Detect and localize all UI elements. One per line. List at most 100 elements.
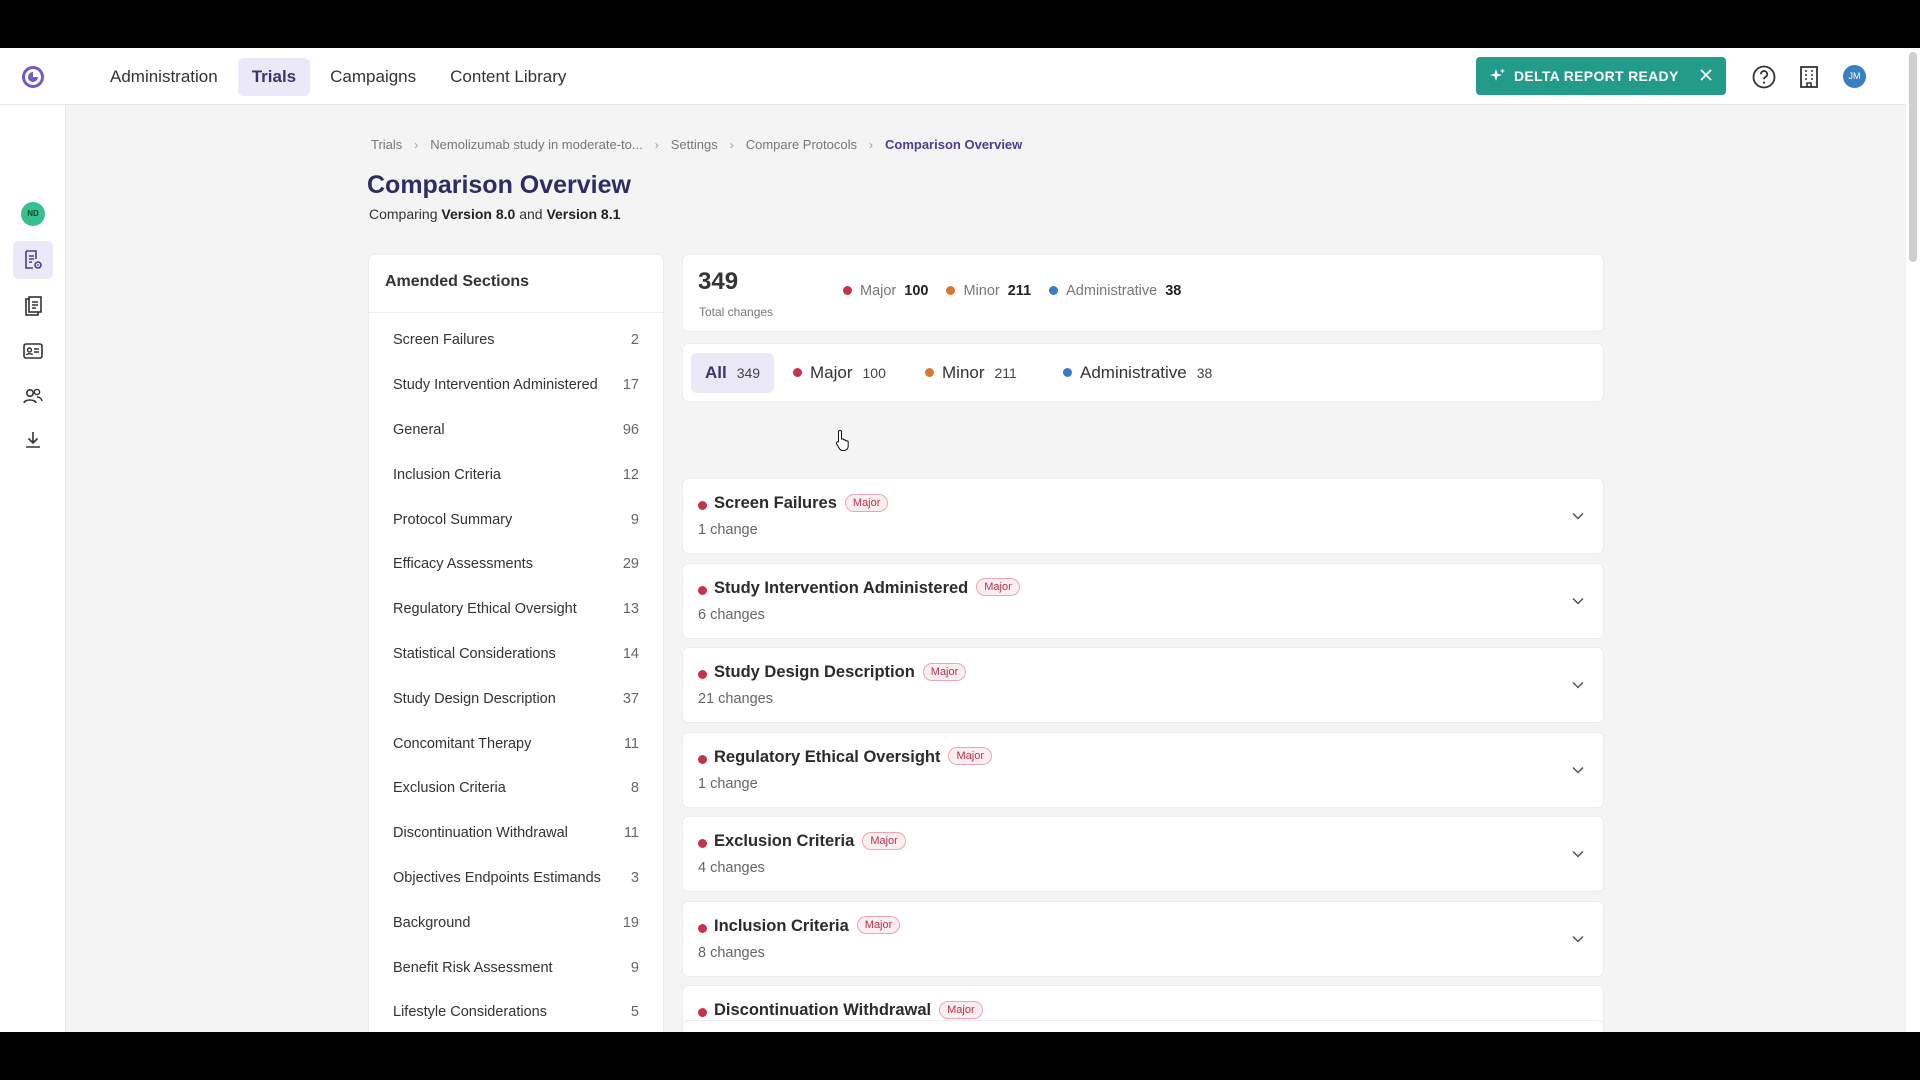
delta-report-toast[interactable]: DELTA REPORT READY [1476, 57, 1726, 95]
filter-tabs: All 349 Major 100 Minor 211 Administrative 3… [682, 343, 1604, 402]
toast-label: DELTA REPORT READY [1514, 68, 1679, 84]
chevron-right-icon: › [869, 137, 873, 152]
amended-section-label: Efficacy Assessments [393, 556, 533, 573]
severity-badge: Major [922, 662, 967, 681]
hand-cursor-icon [835, 429, 849, 451]
change-row[interactable]: Study Design Description Major 21 changes [682, 647, 1604, 723]
breadcrumb-compare[interactable]: Compare Protocols [746, 137, 857, 152]
building-icon[interactable] [1796, 64, 1822, 90]
amended-section-item[interactable]: Inclusion Criteria 12 [369, 452, 663, 497]
change-row[interactable]: Exclusion Criteria Major 4 changes [682, 816, 1604, 892]
change-row[interactable]: Screen Failures Major 1 change [682, 478, 1604, 554]
amended-section-label: Regulatory Ethical Oversight [393, 601, 577, 618]
amended-section-item[interactable]: Screen Failures 2 [369, 318, 663, 363]
change-row-count: 4 changes [698, 860, 765, 876]
document-settings-icon [25, 250, 42, 269]
amended-section-count: 12 [622, 466, 639, 483]
summary-stats: Major 100 Minor 211 Administrative 38 [843, 283, 1181, 299]
rail-id-cards[interactable] [13, 332, 53, 370]
change-row-title: Inclusion Criteria Major [714, 916, 901, 936]
amended-section-count: 13 [622, 601, 639, 618]
chevron-down-icon[interactable] [1571, 763, 1585, 777]
change-row-name: Screen Failures [714, 494, 837, 512]
minor-dot-icon [925, 367, 934, 377]
amended-section-item[interactable]: Efficacy Assessments 29 [369, 542, 663, 587]
chevron-down-icon[interactable] [1571, 678, 1585, 692]
amended-section-item[interactable]: Regulatory Ethical Oversight 13 [369, 587, 663, 632]
chevron-down-icon[interactable] [1571, 594, 1585, 608]
filter-all[interactable]: All 349 [691, 353, 775, 393]
clipboard-icon [25, 296, 42, 316]
scrollbar-thumb[interactable] [1909, 52, 1917, 262]
close-icon[interactable] [1698, 67, 1714, 83]
amended-section-count: 11 [623, 825, 639, 842]
amended-section-item[interactable]: Concomitant Therapy 11 [369, 721, 663, 766]
vertical-scrollbar[interactable] [1906, 48, 1920, 1032]
app-logo-icon[interactable] [20, 64, 46, 90]
top-bar: Administration Trials Campaigns Content … [0, 48, 1920, 105]
change-row[interactable]: Regulatory Ethical Oversight Major 1 chang… [682, 731, 1604, 808]
rail-users[interactable] [13, 377, 53, 415]
rail-protocol-settings[interactable] [13, 241, 53, 279]
amended-section-label: Concomitant Therapy [393, 735, 532, 752]
major-dot-icon [698, 1008, 707, 1017]
amended-section-label: Benefit Risk Assessment [393, 959, 553, 976]
rail-documents[interactable] [13, 287, 53, 325]
breadcrumb-study[interactable]: Nemolizumab study in moderate-to... [430, 137, 642, 152]
change-row-name: Discontinuation Withdrawal [714, 1001, 932, 1019]
nav-campaigns[interactable]: Campaigns [316, 58, 430, 96]
change-row[interactable]: Inclusion Criteria Major 8 changes [682, 900, 1604, 977]
nav-content-library[interactable]: Content Library [436, 58, 580, 96]
summary-major-count: 100 [904, 283, 929, 299]
amended-section-item[interactable]: Study Design Description 37 [369, 676, 663, 721]
chevron-down-icon[interactable] [1571, 932, 1585, 946]
page-title: Comparison Overview [367, 171, 631, 199]
amended-section-item[interactable]: Exclusion Criteria 8 [369, 766, 663, 811]
total-changes-value: 349 [698, 268, 739, 295]
amended-section-item[interactable]: Statistical Considerations 14 [369, 632, 663, 677]
summary-admin-label: Administrative [1066, 283, 1158, 299]
filter-admin-label: Administrative [1080, 363, 1187, 382]
filter-major[interactable]: Major 100 [779, 353, 900, 393]
chevron-down-icon[interactable] [1571, 847, 1585, 861]
breadcrumb-settings[interactable]: Settings [671, 137, 718, 152]
amended-section-item[interactable]: Benefit Risk Assessment 9 [369, 945, 663, 990]
amended-section-label: Study Intervention Administered [393, 377, 598, 394]
amended-section-label: Study Design Description [393, 690, 556, 707]
user-avatar[interactable]: JM [1843, 65, 1866, 88]
filter-minor[interactable]: Minor 211 [911, 353, 1031, 393]
version-b: Version 8.1 [546, 206, 621, 222]
chevron-right-icon: › [414, 137, 419, 152]
app-window: Administration Trials Campaigns Content … [0, 48, 1920, 1032]
change-row-count: 21 changes [698, 691, 773, 707]
change-row-partial[interactable] [682, 1020, 1604, 1032]
rail-download[interactable] [13, 421, 53, 459]
trial-avatar[interactable]: ND [21, 202, 45, 226]
users-icon [23, 388, 43, 404]
severity-badge: Major [976, 578, 1020, 597]
amended-section-item[interactable]: Objectives Endpoints Estimands 3 [369, 856, 663, 901]
nav-administration[interactable]: Administration [96, 58, 232, 96]
amended-section-item[interactable]: Protocol Summary 9 [369, 497, 663, 542]
amended-section-item[interactable]: Lifestyle Considerations 5 [369, 990, 663, 1032]
amended-section-item[interactable]: Discontinuation Withdrawal 11 [369, 811, 663, 856]
filter-major-label: Major [810, 363, 853, 382]
help-icon[interactable] [1751, 64, 1777, 90]
amended-section-count: 3 [630, 869, 639, 886]
change-row[interactable]: Study Intervention Administered Major 6 ch… [682, 562, 1604, 639]
chevron-right-icon: › [729, 137, 734, 152]
major-dot-icon [698, 501, 707, 510]
major-dot-icon [698, 839, 707, 848]
chevron-down-icon[interactable] [1571, 509, 1585, 523]
amended-section-item[interactable]: Background 19 [369, 900, 663, 945]
major-dot-icon [793, 367, 802, 377]
breadcrumb-trials[interactable]: Trials [371, 137, 402, 152]
nav-trials[interactable]: Trials [237, 58, 311, 96]
minor-dot-icon [946, 285, 956, 295]
amended-section-item[interactable]: General 96 [369, 408, 663, 453]
change-row-count: 8 changes [698, 944, 765, 961]
filter-minor-count: 211 [994, 365, 1017, 381]
filter-administrative[interactable]: Administrative 38 [1049, 353, 1226, 393]
amended-section-item[interactable]: Study Intervention Administered 17 [369, 363, 663, 408]
summary-minor: Minor 211 [946, 283, 1031, 299]
